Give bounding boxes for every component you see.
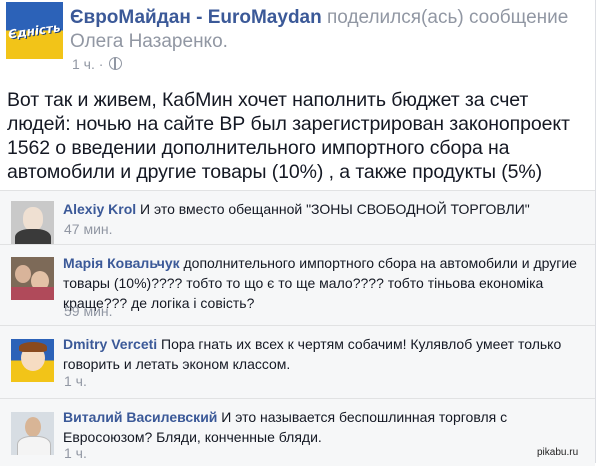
comments-list: Alexiy Krol И это вместо обещанной "ЗОНЫ… [0, 190, 595, 466]
comment-item: Виталий Василевский И это называется бес… [0, 398, 595, 466]
comment-time[interactable]: 59 мин. [64, 303, 113, 319]
post-time[interactable]: 1 ч. [72, 56, 95, 72]
comment-item: Марія Ковальчук дополнительного импортно… [0, 244, 595, 325]
commenter-avatar[interactable] [11, 339, 54, 382]
commenter-avatar[interactable] [11, 412, 54, 455]
comment-author[interactable]: Alexiy Krol [63, 201, 136, 217]
page-avatar[interactable]: Єдність [6, 2, 63, 59]
comment-body: Виталий Василевский И это называется бес… [63, 407, 588, 447]
post-card: Єдність ЄвроМайдан - EuroMaydan поделилс… [0, 0, 596, 466]
page-name-link[interactable]: ЄвроМайдан - EuroMaydan [70, 7, 322, 28]
comment-time[interactable]: 1 ч. [64, 445, 87, 461]
comment-body: Alexiy Krol И это вместо обещанной "ЗОНЫ… [63, 199, 588, 219]
comment-body: Марія Ковальчук дополнительного импортно… [63, 253, 588, 313]
comment-item: Dmitry Verceti Пора гнать их всех к черт… [0, 325, 595, 398]
commenter-avatar[interactable] [11, 201, 54, 244]
comment-author[interactable]: Dmitry Verceti [63, 336, 157, 352]
commenter-avatar[interactable] [11, 257, 54, 300]
comment-body: Dmitry Verceti Пора гнать их всех к черт… [63, 334, 588, 374]
page-logo-text: Єдність [7, 19, 62, 42]
comment-time[interactable]: 47 мин. [64, 221, 113, 237]
comment-item: Alexiy Krol И это вместо обещанной "ЗОНЫ… [0, 190, 595, 244]
post-headline: ЄвроМайдан - EuroMaydan поделился(ась) с… [70, 6, 590, 54]
comment-text: И это вместо обещанной "ЗОНЫ СВОБОДНОЙ Т… [136, 201, 530, 217]
watermark: pikabu.ru [537, 447, 579, 458]
post-meta: 1 ч. · [72, 56, 123, 72]
post-body: Вот так и живем, КабМин хочет наполнить … [7, 89, 570, 183]
comment-author[interactable]: Виталий Василевский [63, 409, 217, 425]
comment-author[interactable]: Марія Ковальчук [63, 255, 180, 271]
meta-separator: · [94, 56, 108, 72]
globe-icon[interactable] [109, 57, 123, 70]
comment-time[interactable]: 1 ч. [64, 373, 87, 389]
